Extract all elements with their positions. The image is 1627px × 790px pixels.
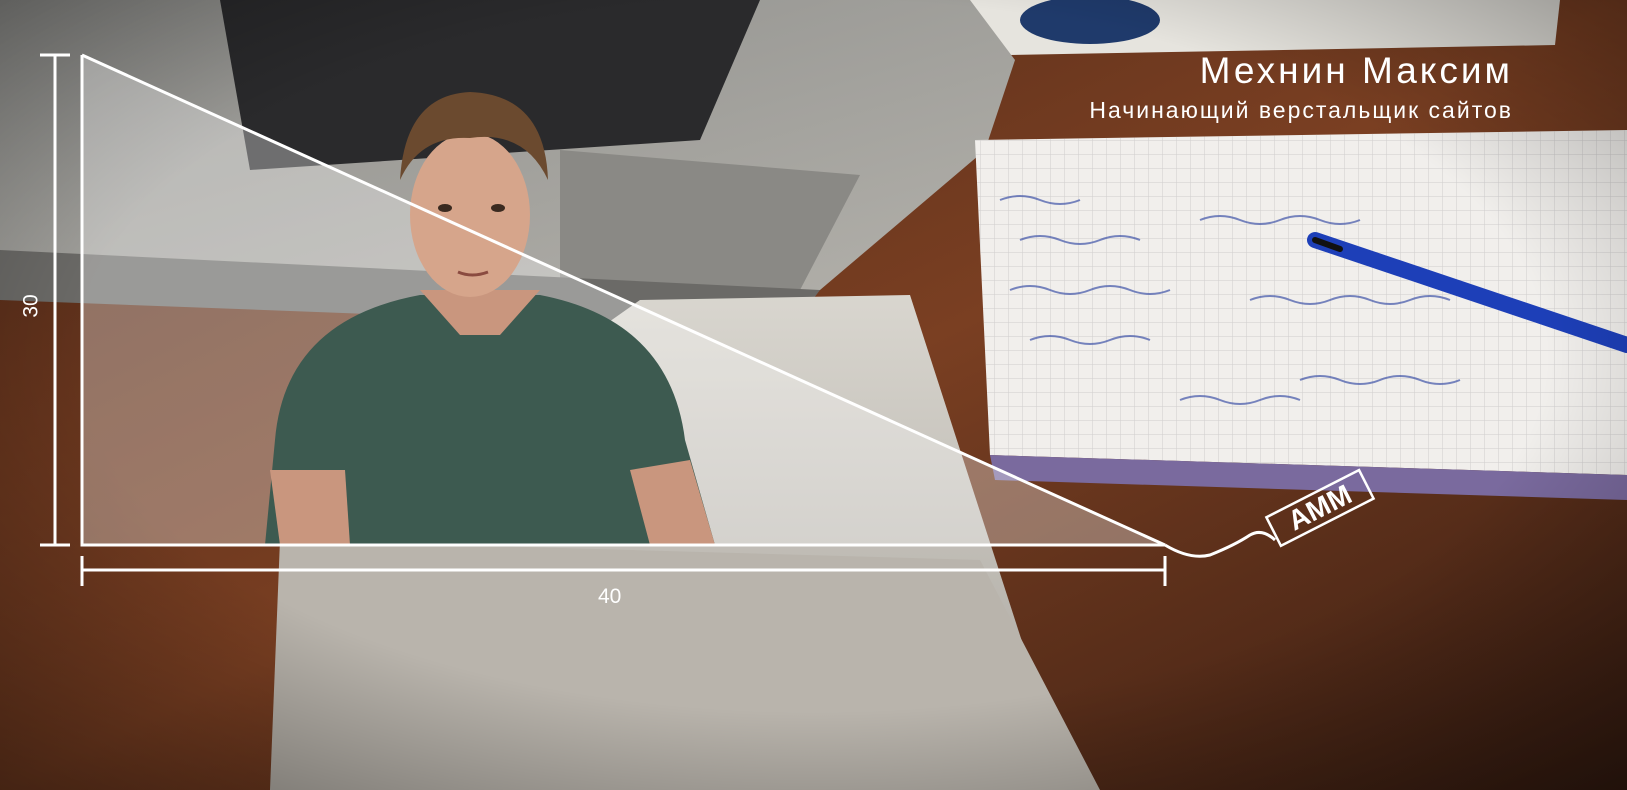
height-dimension-label: 30 [19, 294, 43, 318]
person-title: Начинающий верстальщик сайтов [1089, 97, 1513, 123]
person-name: Мехнин Максим [1199, 50, 1513, 91]
hero-banner: АММ Мехнин Максим Начинающий верстальщик… [0, 0, 1627, 790]
width-dimension-label: 40 [598, 585, 622, 608]
